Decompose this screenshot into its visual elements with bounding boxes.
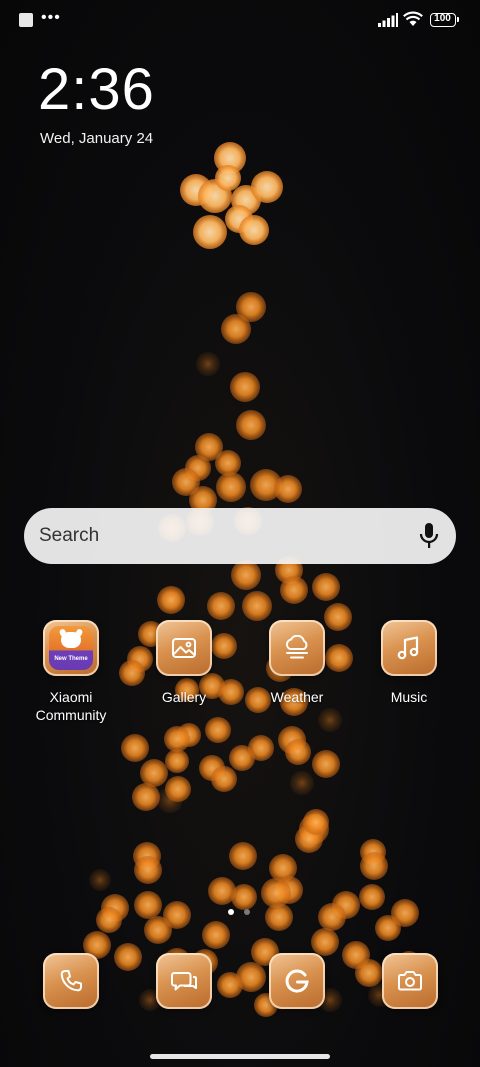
- music-icon: [381, 620, 437, 676]
- bokeh-lights: [83, 142, 426, 1017]
- microphone-icon[interactable]: [418, 522, 440, 550]
- app-label: Xiaomi Community: [35, 689, 107, 723]
- status-bar: ••• 100: [0, 0, 480, 42]
- app-label: Weather: [270, 689, 324, 705]
- more-notifications-icon: •••: [41, 9, 61, 26]
- weather-icon: [269, 620, 325, 676]
- battery-icon: 100: [430, 13, 459, 27]
- app-music[interactable]: Music: [359, 620, 459, 706]
- camera-icon: [382, 953, 438, 1009]
- app-gallery[interactable]: Gallery: [134, 620, 234, 706]
- search-bar[interactable]: Search: [24, 508, 456, 564]
- page-dot-active: [228, 909, 234, 915]
- gallery-icon: [156, 620, 212, 676]
- app-xiaomi-community[interactable]: New Theme Xiaomi Community: [21, 620, 121, 724]
- notification-app-icon: [19, 13, 33, 27]
- messages-icon: [156, 953, 212, 1009]
- xiaomi-community-icon: New Theme: [43, 620, 99, 676]
- community-badge-text: New Theme: [54, 656, 88, 662]
- app-label: Gallery: [161, 689, 207, 705]
- app-weather[interactable]: Weather: [247, 620, 347, 706]
- phone-icon: [43, 953, 99, 1009]
- wifi-icon: [403, 11, 423, 26]
- dock-phone[interactable]: [43, 953, 99, 1009]
- cellular-signal-icon: [378, 13, 398, 27]
- home-screen: ••• 100 2:36 Wed, January 24 Search New …: [0, 0, 480, 1067]
- home-gesture-bar[interactable]: [150, 1054, 330, 1059]
- dock-messages[interactable]: [156, 953, 212, 1009]
- page-dot: [244, 909, 250, 915]
- search-placeholder: Search: [39, 525, 100, 546]
- dock-camera[interactable]: [382, 953, 438, 1009]
- battery-level: 100: [434, 13, 451, 24]
- clock-date[interactable]: Wed, January 24: [40, 130, 153, 147]
- app-label: Music: [390, 689, 428, 705]
- google-icon: [269, 953, 325, 1009]
- dock-google[interactable]: [269, 953, 325, 1009]
- clock-time[interactable]: 2:36: [38, 58, 155, 122]
